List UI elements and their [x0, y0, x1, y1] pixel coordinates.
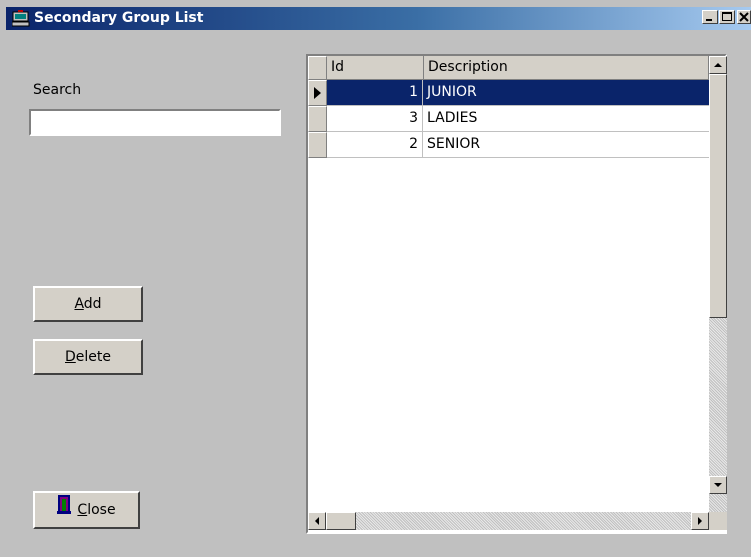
grid-corner-header: [308, 56, 327, 80]
cell-description: LADIES: [427, 110, 478, 126]
current-row-arrow-icon: [314, 87, 321, 99]
table-row[interactable]: 2 SENIOR: [327, 132, 709, 158]
column-header-description[interactable]: Description: [424, 56, 709, 80]
maximize-button[interactable]: [719, 10, 735, 24]
search-label: Search: [33, 82, 82, 98]
table-row[interactable]: 3 LADIES: [327, 106, 709, 132]
row-indicator[interactable]: [308, 132, 327, 158]
delete-button[interactable]: Delete: [33, 339, 143, 375]
arrow-down-icon: [714, 483, 722, 487]
table-row[interactable]: 1 JUNIOR: [327, 80, 709, 106]
search-input[interactable]: [29, 109, 281, 136]
horizontal-scrollbar[interactable]: [308, 512, 709, 530]
arrow-left-icon: [315, 517, 319, 525]
minimize-button[interactable]: [702, 10, 718, 24]
delete-accel: D: [65, 349, 76, 365]
close-label: lose: [87, 502, 116, 518]
cell-id: 1: [327, 80, 423, 105]
close-button[interactable]: Close: [33, 491, 140, 529]
scroll-right-button[interactable]: [691, 512, 709, 530]
cell-id: 3: [327, 106, 423, 131]
scroll-down-button[interactable]: [709, 476, 727, 494]
cell-description: JUNIOR: [427, 84, 477, 100]
close-window-button[interactable]: [737, 10, 751, 24]
close-accel: C: [77, 502, 88, 518]
add-accel: A: [74, 296, 84, 312]
cell-description: SENIOR: [427, 136, 481, 152]
horizontal-scroll-thumb[interactable]: [326, 512, 356, 530]
column-header-id[interactable]: Id: [327, 56, 424, 80]
scroll-up-button[interactable]: [709, 56, 727, 74]
scroll-left-button[interactable]: [308, 512, 326, 530]
arrow-up-icon: [714, 63, 722, 67]
scrollbar-corner: [709, 512, 727, 530]
app-icon: [11, 10, 30, 27]
arrow-right-icon: [698, 517, 702, 525]
add-label: dd: [83, 296, 102, 312]
add-button[interactable]: Add: [33, 286, 143, 322]
door-exit-icon: [57, 493, 72, 527]
delete-label: elete: [75, 349, 111, 365]
group-grid[interactable]: Id Description 1 JUNIOR 3 LADIES 2 SENIO…: [306, 54, 727, 534]
secondary-group-list-window: Secondary Group List Search Add Delete C…: [0, 0, 751, 557]
row-indicator[interactable]: [308, 106, 327, 132]
window-title: Secondary Group List: [34, 10, 204, 26]
cell-id: 2: [327, 132, 423, 157]
row-indicator-selected[interactable]: [308, 80, 327, 106]
title-bar[interactable]: Secondary Group List: [6, 7, 751, 30]
vertical-scroll-thumb[interactable]: [709, 74, 727, 318]
vertical-scrollbar[interactable]: [709, 56, 727, 512]
